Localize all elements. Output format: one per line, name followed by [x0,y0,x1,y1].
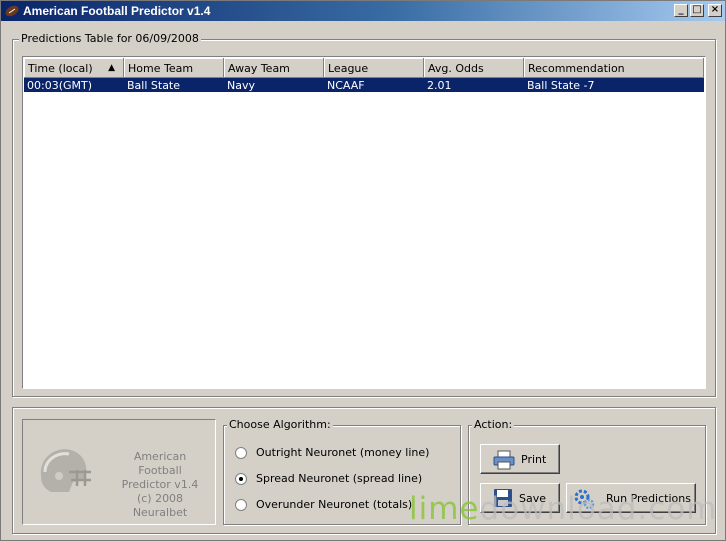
watermark: limedownload.com [409,491,717,527]
print-label: Print [521,453,547,466]
radio-label: Outright Neuronet (money line) [256,446,430,459]
radio-label: Overunder Neuronet (totals) [256,498,413,511]
minimize-button[interactable]: _ [674,4,688,17]
cell-away: Navy [227,79,255,92]
action-group-label: Action: [472,418,515,431]
radio-label: Spread Neuronet (spread line) [256,472,423,485]
predictions-table[interactable]: Time (local) ▲ Home Team Away Team Leagu… [22,56,706,389]
predictions-group-label: Predictions Table for 06/09/2008 [19,32,201,45]
column-header-label: Time (local) [28,62,93,75]
column-header-label: Home Team [128,62,194,75]
window-title: American Football Predictor v1.4 [23,4,211,18]
about-text: American Football Predictor v1.4 (c) 200… [115,450,205,520]
column-header-label: Avg. Odds [428,62,484,75]
app-window: American Football Predictor v1.4 _ □ × P… [0,0,726,541]
cell-home: Ball State [127,79,181,92]
algorithm-group-label: Choose Algorithm: [227,418,333,431]
column-header-recommendation[interactable]: Recommendation [524,58,704,78]
football-icon [5,5,19,17]
column-header-league[interactable]: League [324,58,424,78]
maximize-icon: □ [692,4,702,15]
cell-league: NCAAF [327,79,365,92]
cell-odds: 2.01 [427,79,452,92]
print-button[interactable]: Print [480,444,560,474]
cell-recommendation: Ball State -7 [527,79,595,92]
minimize-icon: _ [678,4,684,15]
column-header-home[interactable]: Home Team [124,58,224,78]
column-header-odds[interactable]: Avg. Odds [424,58,524,78]
close-icon: × [710,4,720,15]
radio-button[interactable] [235,499,247,511]
watermark-part: download.com [479,491,718,527]
about-line: American Football [133,450,187,477]
sort-ascending-icon: ▲ [108,63,115,73]
maximize-button[interactable]: □ [690,4,704,17]
radio-button[interactable] [235,447,247,459]
helmet-icon [40,449,91,492]
radio-button[interactable] [235,473,247,485]
about-line: Predictor v1.4 [121,478,199,491]
cell-time: 00:03(GMT) [27,79,93,92]
printer-icon [493,450,515,470]
column-header-label: League [328,62,369,75]
column-header-time[interactable]: Time (local) ▲ [24,58,124,78]
table-header: Time (local) ▲ Home Team Away Team Leagu… [24,58,704,78]
close-button[interactable]: × [708,4,722,17]
column-header-label: Recommendation [528,62,625,75]
watermark-part: lime [409,491,480,527]
radio-selected-dot [239,477,243,481]
column-header-away[interactable]: Away Team [224,58,324,78]
table-row[interactable]: 00:03(GMT) Ball State Navy NCAAF 2.01 Ba… [24,78,704,92]
about-panel: American Football Predictor v1.4 (c) 200… [22,419,216,525]
column-header-label: Away Team [228,62,290,75]
title-bar[interactable]: American Football Predictor v1.4 _ □ × [1,1,725,21]
about-line: (c) 2008 Neuralbet [132,492,188,519]
